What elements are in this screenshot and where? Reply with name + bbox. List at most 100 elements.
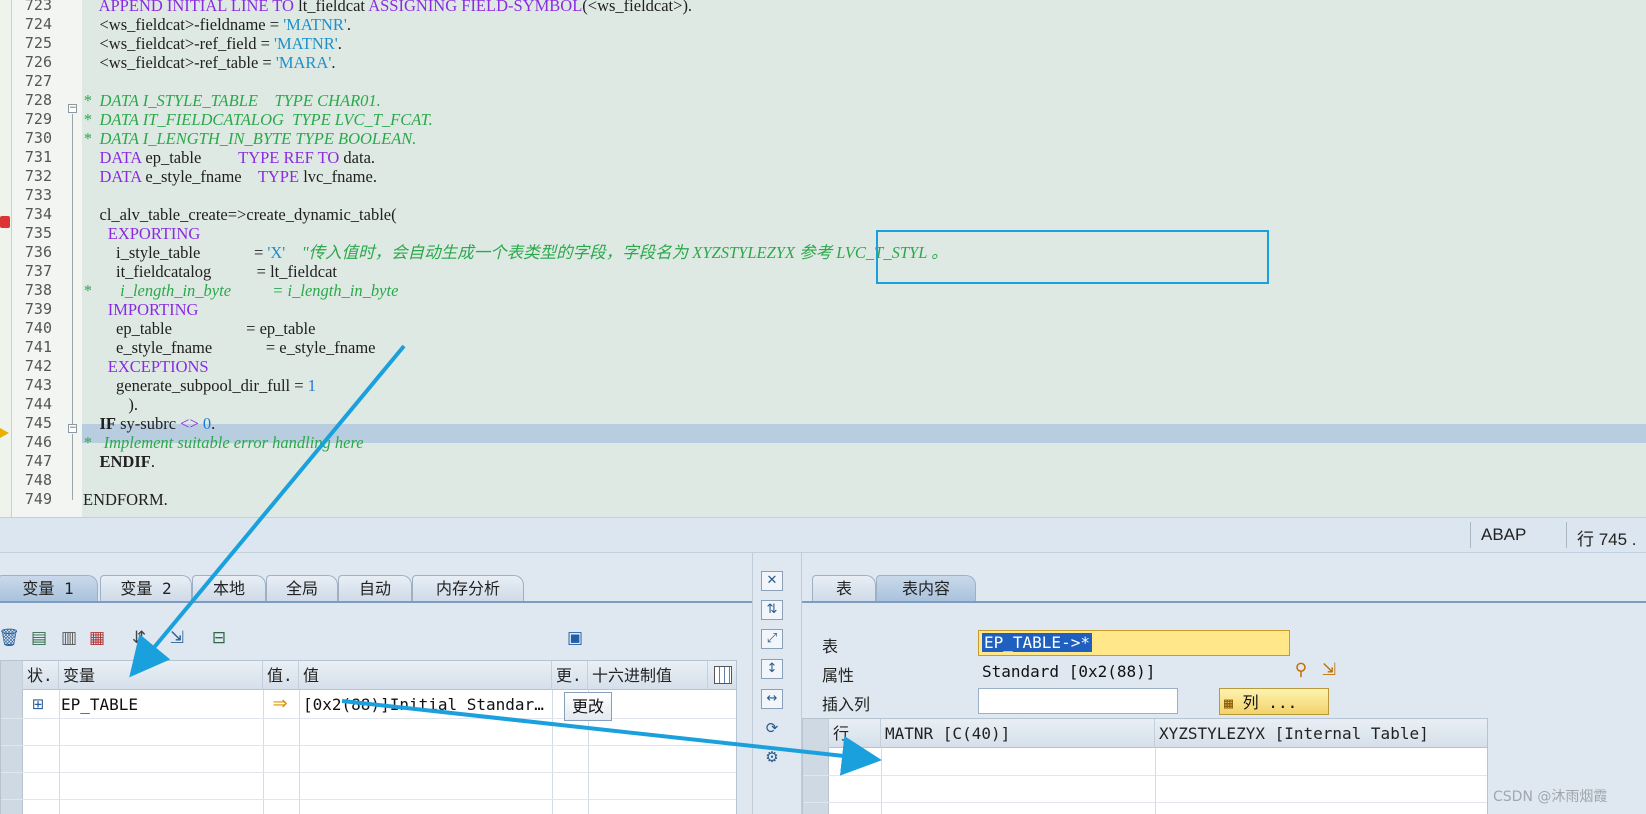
code-text[interactable]: it_fieldcatalog = lt_fieldcat — [83, 262, 337, 281]
tab-table-contents[interactable]: 表内容 — [876, 575, 976, 601]
tab-table[interactable]: 表 — [812, 575, 876, 601]
code-line[interactable]: 740 ep_table = ep_table — [0, 319, 1646, 338]
column-header-xyzstylezyx[interactable]: XYZSTYLEZYX [Internal Table] — [1155, 719, 1487, 748]
tab-global[interactable]: 全局 — [266, 575, 338, 601]
code-line[interactable]: 742 EXCEPTIONS — [0, 357, 1646, 376]
code-line[interactable]: 730 * DATA I_LENGTH_IN_BYTE TYPE BOOLEAN. — [0, 129, 1646, 148]
code-line[interactable]: 727 — [0, 72, 1646, 91]
column-header-hex-value[interactable]: 十六进制值 — [588, 661, 708, 690]
code-text[interactable]: i_style_table = 'X' "传入值时，会自动生成一个表类型的字段，… — [83, 243, 948, 262]
column-header-variable[interactable]: 变量 — [59, 661, 263, 690]
column-header-value-type[interactable]: 值. — [263, 661, 299, 690]
refresh-tool-icon[interactable]: ⟳ — [761, 719, 783, 739]
code-text[interactable]: IF sy-subrc <> 0. — [83, 414, 216, 433]
code-text[interactable]: APPEND INITIAL LINE TO lt_fieldcat ASSIG… — [83, 0, 692, 15]
code-line[interactable]: 735 EXPORTING — [0, 224, 1646, 243]
row-selector-column[interactable] — [1, 690, 23, 814]
import-icon[interactable]: ⊟ — [208, 627, 230, 649]
code-line[interactable]: 737 it_fieldcatalog = lt_fieldcat — [0, 262, 1646, 281]
code-line[interactable]: 728 * DATA I_STYLE_TABLE TYPE CHAR01. — [0, 91, 1646, 110]
code-text[interactable]: * DATA I_STYLE_TABLE TYPE CHAR01. — [83, 91, 381, 110]
code-line[interactable]: 747 ENDIF. — [0, 452, 1646, 471]
code-text[interactable]: EXCEPTIONS — [83, 357, 209, 376]
settings-tool-icon[interactable]: ⚙ — [761, 748, 783, 768]
code-text[interactable]: <ws_fieldcat>-ref_table = 'MARA'. — [83, 53, 336, 72]
insert-row-icon[interactable]: ▤ — [28, 627, 50, 649]
code-line[interactable]: 736 i_style_table = 'X' "传入值时，会自动生成一个表类型… — [0, 243, 1646, 262]
code-line[interactable]: 739 IMPORTING — [0, 300, 1646, 319]
code-text[interactable]: e_style_fname = e_style_fname — [83, 338, 375, 357]
row-selector-column[interactable] — [803, 748, 829, 814]
code-line[interactable]: 744 ). — [0, 395, 1646, 414]
tab-variables-1[interactable]: 变量 1 — [0, 575, 98, 601]
code-text[interactable]: DATA ep_table TYPE REF TO data. — [83, 148, 376, 167]
grid-line — [1, 718, 736, 719]
code-text[interactable]: <ws_fieldcat>-ref_field = 'MATNR'. — [83, 34, 342, 53]
code-editor[interactable]: 723 APPEND INITIAL LINE TO lt_fieldcat A… — [0, 0, 1646, 517]
code-text[interactable]: ep_table = ep_table — [83, 319, 315, 338]
code-line[interactable]: 741 e_style_fname = e_style_fname — [0, 338, 1646, 357]
code-line[interactable]: 726 <ws_fieldcat>-ref_table = 'MARA'. — [0, 53, 1646, 72]
code-line[interactable]: 746 * Implement suitable error handling h… — [0, 433, 1646, 452]
variable-value-cell[interactable]: [0x2(88)]Initial Standar… — [303, 695, 551, 714]
drilldown-arrow-icon[interactable]: ⇒ — [269, 693, 291, 715]
resize-horizontal-icon[interactable]: ↔ — [761, 689, 783, 709]
close-tool-icon[interactable]: ✕ — [761, 571, 783, 591]
code-text[interactable]: DATA e_style_fname TYPE lvc_fname. — [83, 167, 377, 186]
column-header-status[interactable]: 状. — [23, 661, 59, 690]
code-text[interactable]: * DATA I_LENGTH_IN_BYTE TYPE BOOLEAN. — [83, 129, 416, 148]
column-header-value[interactable]: 值 — [299, 661, 552, 690]
search-key-icon[interactable]: ⚲ — [1290, 659, 1312, 681]
code-text[interactable]: cl_alv_table_create=>create_dynamic_tabl… — [83, 205, 397, 224]
resize-vertical-icon[interactable]: ↕ — [761, 659, 783, 679]
code-line[interactable]: 733 — [0, 186, 1646, 205]
code-text[interactable]: generate_subpool_dir_full = 1 — [83, 376, 316, 395]
column-header-row[interactable]: 行 — [829, 719, 881, 748]
tab-variables-2[interactable]: 变量 2 — [100, 575, 192, 601]
code-text[interactable]: * Implement suitable error handling here — [83, 433, 364, 452]
save-icon[interactable]: ▣ — [564, 627, 586, 649]
change-value-button[interactable]: 更改 — [564, 692, 612, 721]
remove-row-icon[interactable]: ▦ — [86, 627, 108, 649]
code-line[interactable]: 748 — [0, 471, 1646, 490]
column-header-change[interactable]: 更. — [552, 661, 588, 690]
fold-toggle-icon[interactable]: − — [68, 424, 77, 433]
variable-name-cell[interactable]: EP_TABLE — [61, 695, 261, 714]
merge-icon[interactable]: ⇵ — [128, 627, 150, 649]
table-name-input[interactable]: EP_TABLE->* — [978, 630, 1290, 656]
code-line[interactable]: 731 DATA ep_table TYPE REF TO data. — [0, 148, 1646, 167]
code-line[interactable]: 729 * DATA IT_FIELDCATALOG TYPE LVC_T_FCA… — [0, 110, 1646, 129]
breakpoint-icon[interactable] — [0, 216, 10, 228]
code-text[interactable]: * i_length_in_byte = i_length_in_byte — [83, 281, 398, 300]
code-line[interactable]: 732 DATA e_style_fname TYPE lvc_fname. — [0, 167, 1646, 186]
column-header-matnr[interactable]: MATNR [C(40)] — [881, 719, 1155, 748]
code-line[interactable]: 723 APPEND INITIAL LINE TO lt_fieldcat A… — [0, 0, 1646, 15]
code-line[interactable]: 725 <ws_fieldcat>-ref_field = 'MATNR'. — [0, 34, 1646, 53]
code-text[interactable]: ENDFORM. — [83, 490, 168, 509]
code-text[interactable]: ). — [83, 395, 138, 414]
code-text[interactable]: EXPORTING — [83, 224, 201, 243]
export-icon[interactable]: ⇲ — [166, 627, 188, 649]
code-text[interactable]: IMPORTING — [83, 300, 199, 319]
code-text[interactable]: <ws_fieldcat>-fieldname = 'MATNR'. — [83, 15, 352, 34]
code-line[interactable]: 738 * i_length_in_byte = i_length_in_byte — [0, 281, 1646, 300]
code-line[interactable]: 749 ENDFORM. — [0, 490, 1646, 509]
insert-column-input[interactable] — [978, 688, 1178, 714]
code-text[interactable]: ENDIF. — [83, 452, 155, 471]
tab-auto[interactable]: 自动 — [338, 575, 412, 601]
code-line[interactable]: 734 cl_alv_table_create=>create_dynamic_… — [0, 205, 1646, 224]
layout-icon[interactable] — [714, 666, 732, 684]
tab-memory-analysis[interactable]: 内存分析 — [412, 575, 524, 601]
copy-row-icon[interactable]: ▥ — [58, 627, 80, 649]
swap-tool-icon[interactable]: ⇅ — [761, 600, 783, 620]
maximize-tool-icon[interactable]: ⤢ — [761, 629, 783, 649]
fold-toggle-icon[interactable]: − — [68, 104, 77, 113]
export-table-icon[interactable]: ⇲ — [1318, 659, 1340, 681]
code-text[interactable]: * DATA IT_FIELDCATALOG TYPE LVC_T_FCAT. — [83, 110, 433, 129]
tab-local[interactable]: 本地 — [192, 575, 266, 601]
code-line[interactable]: 724 <ws_fieldcat>-fieldname = 'MATNR'. — [0, 15, 1646, 34]
delete-icon[interactable]: 🗑 — [0, 627, 20, 649]
code-line[interactable]: 745 IF sy-subrc <> 0. — [0, 414, 1646, 433]
column-select-button[interactable]: ▦ 列 ... — [1219, 688, 1329, 715]
code-line[interactable]: 743 generate_subpool_dir_full = 1 — [0, 376, 1646, 395]
